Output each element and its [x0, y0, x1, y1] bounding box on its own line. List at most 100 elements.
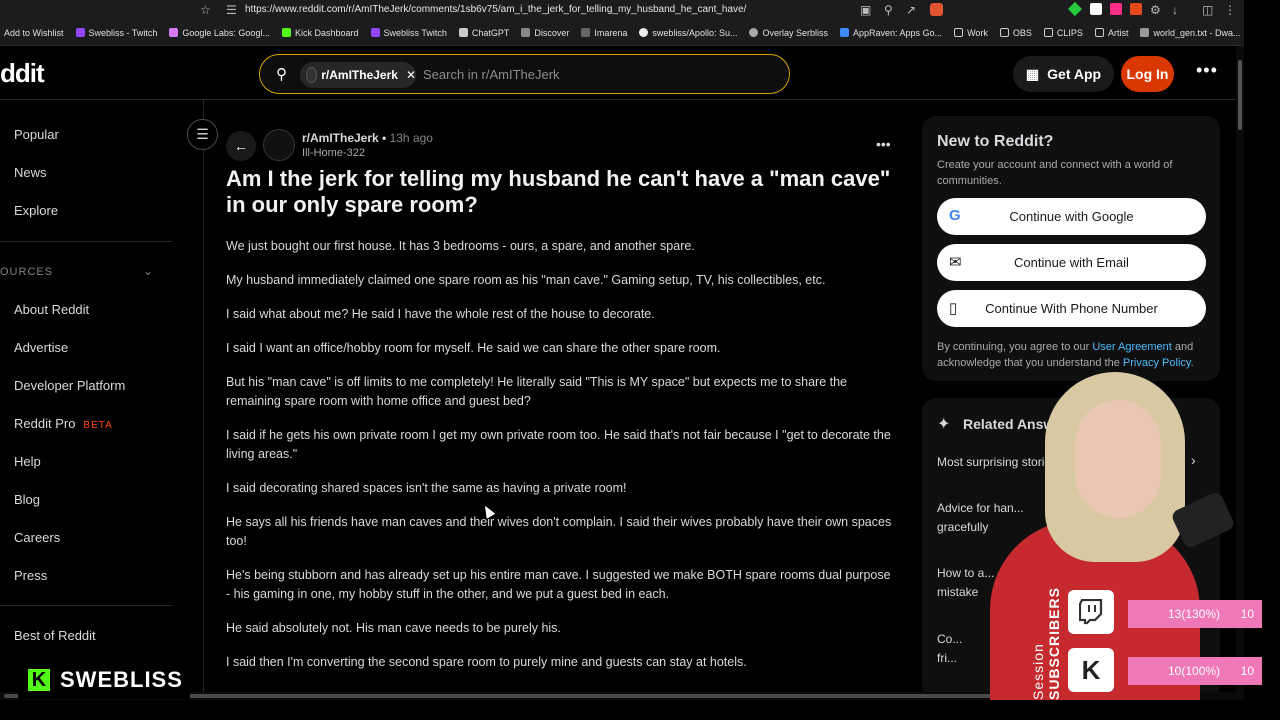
bookmark-folder[interactable]: OBS [999, 28, 1032, 38]
bookmark-item[interactable]: Add to Wishlist [4, 28, 64, 38]
sidebar-item-news[interactable]: News [14, 165, 47, 180]
sidebar-toggle-icon[interactable]: ◫ [1202, 3, 1213, 17]
sidebar-item-about[interactable]: About Reddit [14, 302, 89, 317]
kick-icon: K [28, 669, 50, 691]
chevron-down-icon[interactable]: ⌄ [143, 264, 153, 278]
sidebar-item-blog[interactable]: Blog [14, 492, 40, 507]
sidebar-item-popular[interactable]: Popular [14, 127, 59, 142]
twitch-sub-goal: 10 [1240, 607, 1254, 621]
kick-icon [281, 28, 291, 37]
streamer-brand-badge: K SWEBLISS [18, 661, 190, 699]
google-icon: G [949, 207, 961, 224]
github-icon [639, 28, 649, 37]
subreddit-filter-chip[interactable]: r/AmITheJerk ✕ [300, 62, 416, 88]
post-meta: r/AmITheJerk • 13h ago [302, 131, 433, 145]
bookmark-item[interactable]: world_gen.txt - Dwa... [1140, 28, 1241, 38]
post-paragraph: We just bought our first house. It has 3… [226, 239, 695, 253]
continue-google-button[interactable]: G Continue with Google [937, 198, 1206, 235]
sidebar-toggle-button[interactable]: ☰ [187, 119, 218, 150]
labs-icon [169, 28, 179, 37]
streamer-name: SWEBLISS [60, 667, 183, 692]
sidebar-item-help[interactable]: Help [14, 454, 41, 469]
search-bar[interactable]: ⚲ r/AmITheJerk ✕ Search in r/AmITheJerk [259, 54, 790, 94]
legal-text-part: . [1190, 357, 1194, 369]
more-options-icon[interactable]: ••• [1196, 60, 1218, 81]
extensions-icon[interactable]: ⚙ [1150, 3, 1161, 17]
sidebar-item-developer-platform[interactable]: Developer Platform [14, 378, 125, 393]
folder-icon [954, 28, 964, 37]
post-paragraph: He says all his friends have man caves a… [226, 515, 892, 548]
bookmark-folder[interactable]: CLIPS [1043, 28, 1083, 38]
subreddit-avatar [306, 67, 318, 83]
sidebar-item-press[interactable]: Press [14, 568, 47, 583]
extension-pink-icon[interactable] [1110, 3, 1122, 15]
address-field[interactable]: https://www.reddit.com/r/AmITheJerk/comm… [245, 4, 746, 15]
extension-icon[interactable] [930, 3, 943, 16]
extension-orange-icon[interactable] [1130, 3, 1142, 15]
bookmarks-bar: Add to Wishlist Swebliss - Twitch Google… [0, 20, 1244, 46]
sparkle-icon: ✦ [937, 416, 951, 433]
bookmark-item[interactable]: AppRaven: Apps Go... [840, 28, 942, 38]
twitch-icon [370, 28, 380, 37]
site-info-icon[interactable]: ☰ [226, 3, 237, 17]
download-icon[interactable]: ↓ [1172, 3, 1178, 17]
back-button[interactable]: ← [226, 131, 256, 161]
reddit-logo[interactable]: ddit [0, 58, 45, 89]
post-options-icon[interactable]: ••• [876, 136, 891, 152]
post-author[interactable]: Ill-Home-322 [302, 147, 365, 159]
search-icon: ⚲ [276, 66, 287, 83]
browser-url-bar: ☆ ☰ https://www.reddit.com/r/AmITheJerk/… [0, 0, 1244, 20]
bookmark-folder[interactable]: Work [954, 28, 988, 38]
bookmark-folder[interactable]: Artist [1094, 28, 1128, 38]
folder-icon [999, 28, 1009, 37]
chevron-right-icon[interactable]: › [1191, 452, 1196, 468]
subreddit-avatar[interactable] [263, 129, 295, 161]
bookmark-item[interactable]: Kick Dashboard [281, 28, 359, 38]
bookmark-item[interactable]: Discover [521, 28, 569, 38]
webcam-person-face [1075, 400, 1161, 518]
sidebar-item-careers[interactable]: Careers [14, 530, 60, 545]
tab-icon[interactable]: ▣ [860, 3, 871, 17]
phone-icon: ▯ [949, 300, 958, 317]
close-icon[interactable]: ✕ [406, 68, 416, 82]
sidebar-item-reddit-pro[interactable]: Reddit Pro BETA [14, 416, 113, 431]
login-button[interactable]: Log In [1121, 56, 1174, 92]
bookmark-item[interactable]: Swebliss Twitch [370, 28, 447, 38]
twitch-sub-count: 13(130%) [1168, 607, 1221, 621]
related-answer-item[interactable]: Co... fri... [937, 630, 977, 668]
resources-section-header[interactable]: OURCES [0, 266, 53, 278]
bookmark-icon[interactable]: ☆ [200, 3, 211, 17]
get-app-button[interactable]: ▦ Get App [1013, 56, 1114, 92]
continue-email-button[interactable]: ✉ Continue with Email [937, 244, 1206, 281]
continue-phone-button[interactable]: ▯ Continue With Phone Number [937, 290, 1206, 327]
user-agreement-link[interactable]: User Agreement [1092, 341, 1171, 353]
bookmark-item[interactable]: Swebliss - Twitch [75, 28, 157, 38]
scrollbar-thumb[interactable] [1238, 60, 1242, 130]
extension-green-icon[interactable] [1067, 1, 1083, 17]
privacy-policy-link[interactable]: Privacy Policy [1123, 357, 1191, 369]
share-icon[interactable]: ↗ [906, 3, 916, 17]
sidebar-item-advertise[interactable]: Advertise [14, 340, 68, 355]
menu-icon[interactable]: ⋮ [1224, 3, 1236, 17]
extension-white-icon[interactable] [1090, 3, 1102, 15]
left-sidebar: Popular News Explore OURCES ⌄ About Redd… [0, 100, 204, 700]
subreddit-link[interactable]: r/AmITheJerk [302, 131, 379, 145]
beta-badge: BETA [83, 420, 113, 431]
bookmark-item[interactable]: ChatGPT [458, 28, 509, 38]
zoom-icon[interactable]: ⚲ [884, 3, 893, 17]
bookmark-item[interactable]: Google Labs: Googl... [169, 28, 270, 38]
divider [0, 605, 172, 606]
search-input[interactable]: Search in r/AmITheJerk [423, 67, 560, 82]
reddit-header: ddit ⚲ r/AmITheJerk ✕ Search in r/AmIThe… [0, 46, 1236, 100]
button-label: Continue With Phone Number [985, 301, 1158, 316]
bookmark-item[interactable]: Imarena [581, 28, 627, 38]
folder-icon [1094, 28, 1104, 37]
bookmark-item[interactable]: Overlay Serbliss [749, 28, 828, 38]
sidebar-item-explore[interactable]: Explore [14, 203, 58, 218]
sidebar-item-best-of-reddit[interactable]: Best of Reddit [14, 628, 96, 643]
subscribers-label: SUBSCRIBERS [1046, 587, 1062, 700]
kick-sub-goal-bar: 10(100%) 10 [1128, 657, 1262, 685]
post-paragraph: He said absolutely not. His man cave nee… [226, 621, 561, 635]
button-label: Continue with Email [1014, 255, 1129, 270]
bookmark-item[interactable]: swebliss/Apollo: Su... [639, 28, 737, 38]
